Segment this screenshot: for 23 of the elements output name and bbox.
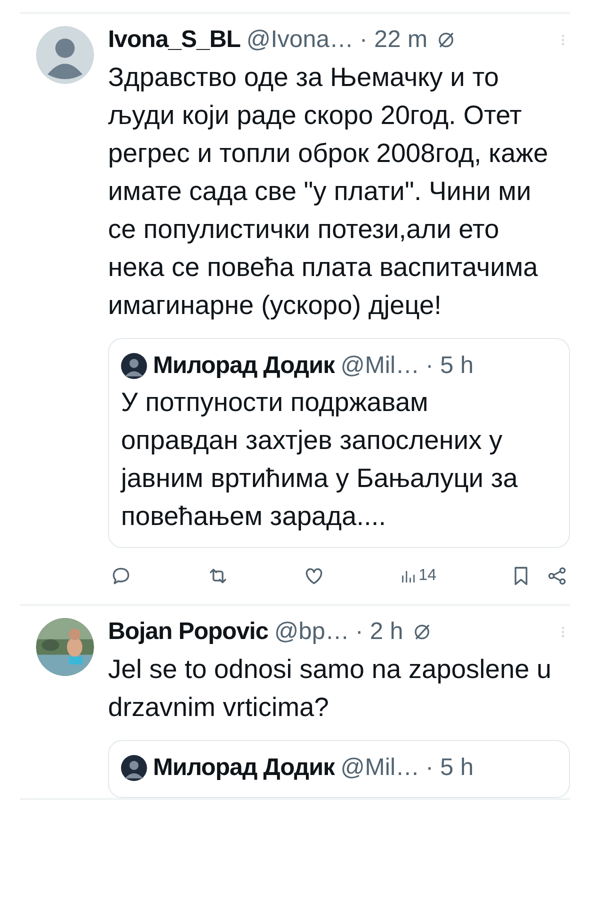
post-text: Jel se to odnosi samo na zaposlene u drzavnim vrticima? <box>108 653 552 724</box>
user-handle[interactable]: @Mil… <box>340 754 420 782</box>
avatar-icon <box>121 353 147 379</box>
views-button[interactable]: 14 <box>398 567 436 585</box>
quoted-post[interactable]: Милорад Додик @Mil… · 5 h <box>108 740 570 798</box>
post-time: · 22 m <box>359 26 428 54</box>
user-name[interactable]: Милорад Додик <box>153 754 334 782</box>
reply-icon[interactable] <box>110 565 132 587</box>
post-time: · 2 h <box>355 618 404 646</box>
post-time: · 5 h <box>426 352 474 380</box>
user-name[interactable]: Ivona_S_BL <box>108 26 240 54</box>
user-handle[interactable]: @Mil… <box>340 352 420 380</box>
avatar-icon <box>121 755 147 781</box>
user-name[interactable]: Bojan Popovic <box>108 618 268 646</box>
user-handle[interactable]: @bp… <box>274 618 350 646</box>
post-time: · 5 h <box>426 754 474 782</box>
quoted-post[interactable]: Милорад Додик @Mil… · 5 h У потпуности подржавам оправдан захтјев запослених у јавним вртићима у Бањалуци за повећањем зарада.... <box>108 338 570 548</box>
post-text: Здравство оде за Њемачку и то људи који раде скоро 20год. Отет регрес и топли оброк 2008год, каже имате сада све "у плати". Чини ми се популистички потези,али ето нека се повећа плата васпитачима имагинарне (ускоро) дјеце! <box>108 61 550 322</box>
user-name[interactable]: Милорад Додик <box>153 352 334 380</box>
quoted-text: У потпуности подржавам оправдан захтјев запослених у јавним вртићима у Бањалуци за повећањем зарада.... <box>121 386 519 533</box>
avatar-icon[interactable] <box>36 26 94 84</box>
user-handle[interactable]: @Ivona… <box>246 26 354 54</box>
share-icon[interactable] <box>546 565 568 587</box>
